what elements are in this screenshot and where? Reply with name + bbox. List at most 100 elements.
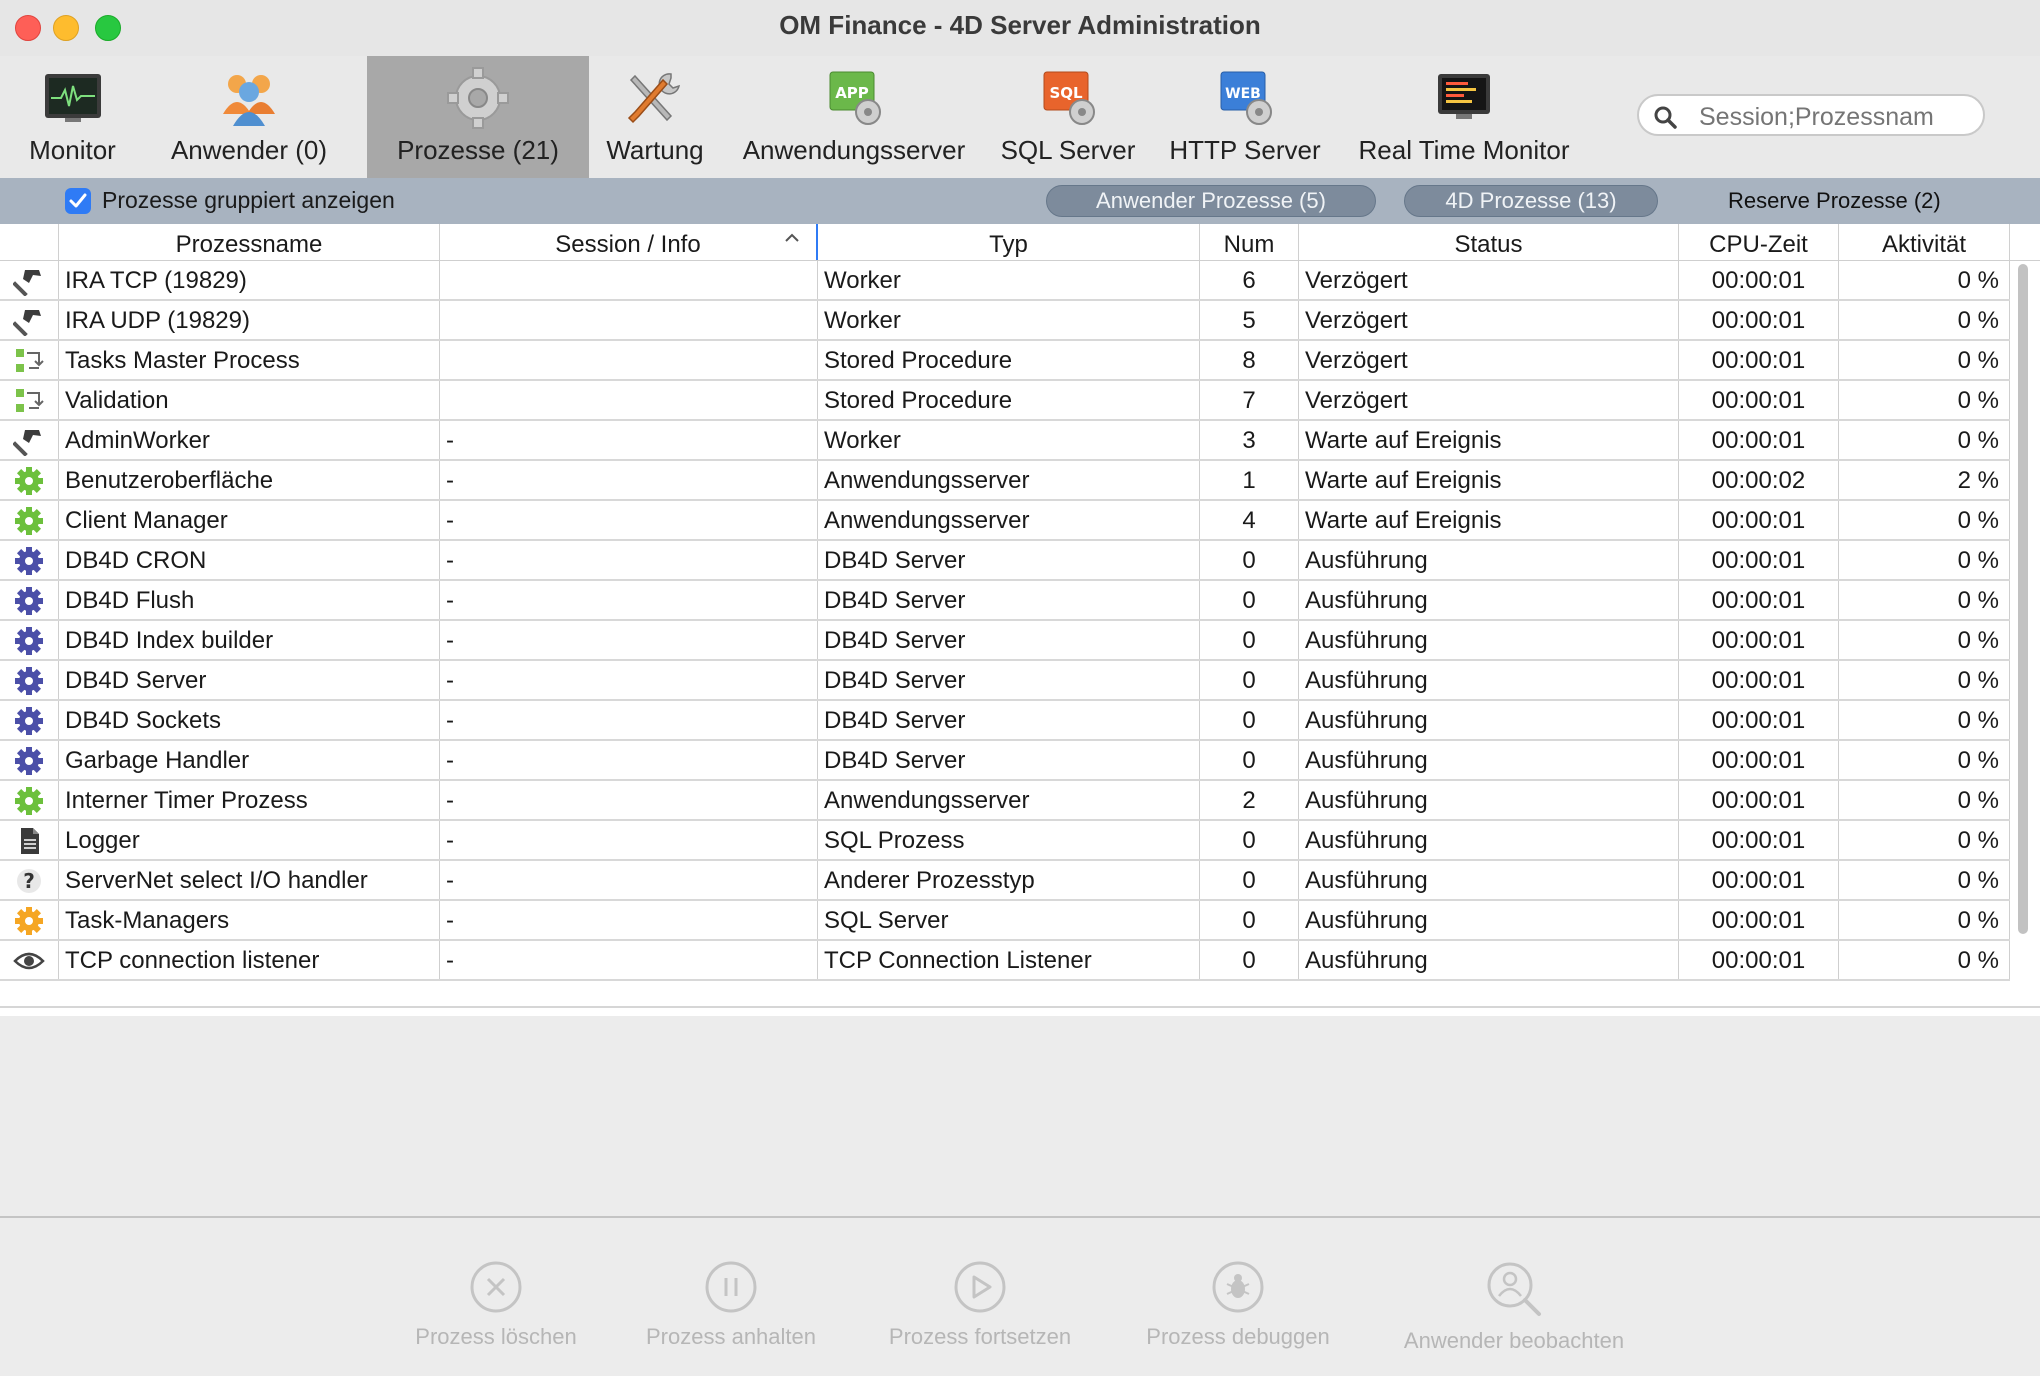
column-header-session[interactable]: Session / Info	[440, 224, 818, 260]
process-type-cell: Anwendungsserver	[818, 781, 1200, 819]
process-name-cell: DB4D Flush	[59, 581, 440, 619]
session-info-cell: -	[440, 941, 818, 979]
search-input[interactable]	[1697, 101, 1971, 133]
process-status-cell: Ausführung	[1299, 541, 1679, 579]
table-row[interactable]: DB4D CRON - DB4D Server 0 Ausführung 00:00:01…	[0, 541, 2010, 581]
stored-procedure-icon	[0, 381, 59, 419]
column-header-activity[interactable]: Aktivität	[1839, 224, 2010, 260]
process-status-cell: Warte auf Ereignis	[1299, 421, 1679, 459]
tab-label: Prozesse (21)	[397, 135, 559, 165]
column-header-num[interactable]: Num	[1200, 224, 1299, 260]
table-row[interactable]: DB4D Server - DB4D Server 0 Ausführung 00:00:…	[0, 661, 2010, 701]
vertical-scrollbar[interactable]	[2016, 264, 2030, 934]
table-row[interactable]: DB4D Index builder - DB4D Server 0 Ausführun…	[0, 621, 2010, 661]
tab-processes[interactable]: Prozesse (21)	[367, 56, 589, 178]
table-row[interactable]: DB4D Sockets - DB4D Server 0 Ausführung 00:00…	[0, 701, 2010, 741]
table-row[interactable]: IRA UDP (19829) Worker 5 Verzögert 00:00:01 0…	[0, 301, 2010, 341]
pause-process-icon	[705, 1261, 757, 1313]
table-row[interactable]: Interner Timer Prozess - Anwendungsserver 2…	[0, 781, 2010, 821]
session-info-cell: -	[440, 501, 818, 539]
watch-user-button[interactable]: Anwender beobachten	[1394, 1260, 1634, 1354]
tab-realtime-monitor[interactable]: Real Time Monitor	[1344, 56, 1584, 178]
pause-process-button[interactable]: Prozess anhalten	[640, 1260, 822, 1350]
process-status-cell: Ausführung	[1299, 621, 1679, 659]
tab-app-server[interactable]: APP Anwendungsserver	[728, 56, 980, 178]
cpu-time-cell: 00:00:01	[1679, 581, 1839, 619]
session-info-cell	[440, 261, 818, 299]
tab-users[interactable]: Anwender (0)	[145, 56, 353, 178]
table-row[interactable]: Logger - SQL Prozess 0 Ausführung 00:00:01 0 %	[0, 821, 2010, 861]
blue-gear-icon	[0, 581, 59, 619]
table-row[interactable]: Benutzeroberfläche - Anwendungsserver 1 Wart…	[0, 461, 2010, 501]
column-header-status[interactable]: Status	[1299, 224, 1679, 260]
table-row[interactable]: TCP connection listener - TCP Connection L…	[0, 941, 2010, 981]
toolbar: Monitor Anwender (0) Prozesse (21) Wartu…	[0, 56, 2040, 178]
table-row[interactable]: Garbage Handler - DB4D Server 0 Ausführung 00…	[0, 741, 2010, 781]
table-row[interactable]: IRA TCP (19829) Worker 6 Verzögert 00:00:01 0…	[0, 261, 2010, 301]
tab-monitor[interactable]: Monitor	[0, 56, 145, 178]
tab-sql-server[interactable]: SQL SQL Server	[990, 56, 1146, 178]
tab-maintenance[interactable]: Wartung	[595, 56, 715, 178]
column-header-type[interactable]: Typ	[818, 224, 1200, 260]
process-num-cell: 0	[1200, 541, 1299, 579]
svg-text:APP: APP	[835, 84, 869, 102]
session-info-cell: -	[440, 861, 818, 899]
process-num-cell: 0	[1200, 661, 1299, 699]
table-row[interactable]: Validation Stored Procedure 7 Verzögert 00:0…	[0, 381, 2010, 421]
green-gear-icon	[0, 781, 59, 819]
process-name-cell: DB4D Server	[59, 661, 440, 699]
hammer-icon	[0, 301, 59, 339]
process-status-cell: Ausführung	[1299, 701, 1679, 739]
table-row[interactable]: Task-Managers - SQL Server 0 Ausführung 00:00…	[0, 901, 2010, 941]
process-status-cell: Ausführung	[1299, 861, 1679, 899]
process-status-cell: Verzögert	[1299, 341, 1679, 379]
table-row[interactable]: ? ServerNet select I/O handler - Anderer Pr…	[0, 861, 2010, 901]
process-name-cell: TCP connection listener	[59, 941, 440, 979]
process-num-cell: 0	[1200, 741, 1299, 779]
table-row[interactable]: Client Manager - Anwendungsserver 4 Warte au…	[0, 501, 2010, 541]
title-bar: OM Finance - 4D Server Administration	[0, 0, 2040, 56]
process-num-cell: 4	[1200, 501, 1299, 539]
search-field[interactable]	[1637, 94, 1985, 136]
cpu-time-cell: 00:00:01	[1679, 501, 1839, 539]
column-header-name[interactable]: Prozessname	[59, 224, 440, 260]
table-row[interactable]: AdminWorker - Worker 3 Warte auf Ereignis 00:…	[0, 421, 2010, 461]
action-bar: Prozess löschen Prozess anhalten Prozess…	[0, 1218, 2040, 1376]
search-icon	[1654, 106, 1677, 129]
cpu-time-cell: 00:00:01	[1679, 861, 1839, 899]
column-header-cpu[interactable]: CPU-Zeit	[1679, 224, 1839, 260]
delete-process-button[interactable]: Prozess löschen	[408, 1260, 584, 1350]
process-num-cell: 8	[1200, 341, 1299, 379]
activity-cell: 0 %	[1839, 741, 2010, 779]
activity-cell: 0 %	[1839, 381, 2010, 419]
checkmark-icon	[69, 193, 87, 208]
delete-process-icon	[470, 1261, 522, 1313]
process-type-cell: SQL Server	[818, 901, 1200, 939]
user-processes-button[interactable]: Anwender Prozesse (5)	[1046, 185, 1376, 217]
document-icon	[0, 821, 59, 859]
icon-column-header[interactable]	[0, 224, 59, 260]
resume-process-button[interactable]: Prozess fortsetzen	[880, 1260, 1080, 1350]
tab-http-server[interactable]: WEB HTTP Server	[1160, 56, 1330, 178]
process-type-cell: Anderer Prozesstyp	[818, 861, 1200, 899]
activity-cell: 0 %	[1839, 901, 2010, 939]
reserve-processes-button[interactable]: Reserve Prozesse (2)	[1728, 188, 1941, 214]
process-num-cell: 0	[1200, 821, 1299, 859]
scrollbar-thumb[interactable]	[2018, 264, 2028, 934]
4d-processes-button[interactable]: 4D Prozesse (13)	[1404, 185, 1658, 217]
eye-icon	[0, 941, 59, 979]
activity-cell: 0 %	[1839, 701, 2010, 739]
process-status-cell: Ausführung	[1299, 941, 1679, 979]
table-row[interactable]: DB4D Flush - DB4D Server 0 Ausführung 00:00:0…	[0, 581, 2010, 621]
action-label: Prozess debuggen	[1146, 1324, 1330, 1349]
process-name-cell: DB4D Sockets	[59, 701, 440, 739]
blue-gear-icon	[0, 661, 59, 699]
process-type-cell: Worker	[818, 421, 1200, 459]
group-processes-checkbox[interactable]	[65, 188, 91, 214]
action-label: Prozess anhalten	[646, 1324, 816, 1349]
debug-process-button[interactable]: Prozess debuggen	[1138, 1260, 1338, 1350]
process-detail-panel	[0, 1020, 2040, 1218]
table-row[interactable]: Tasks Master Process Stored Procedure 8 Ver…	[0, 341, 2010, 381]
process-type-cell: SQL Prozess	[818, 821, 1200, 859]
tab-label: SQL Server	[1000, 135, 1136, 165]
